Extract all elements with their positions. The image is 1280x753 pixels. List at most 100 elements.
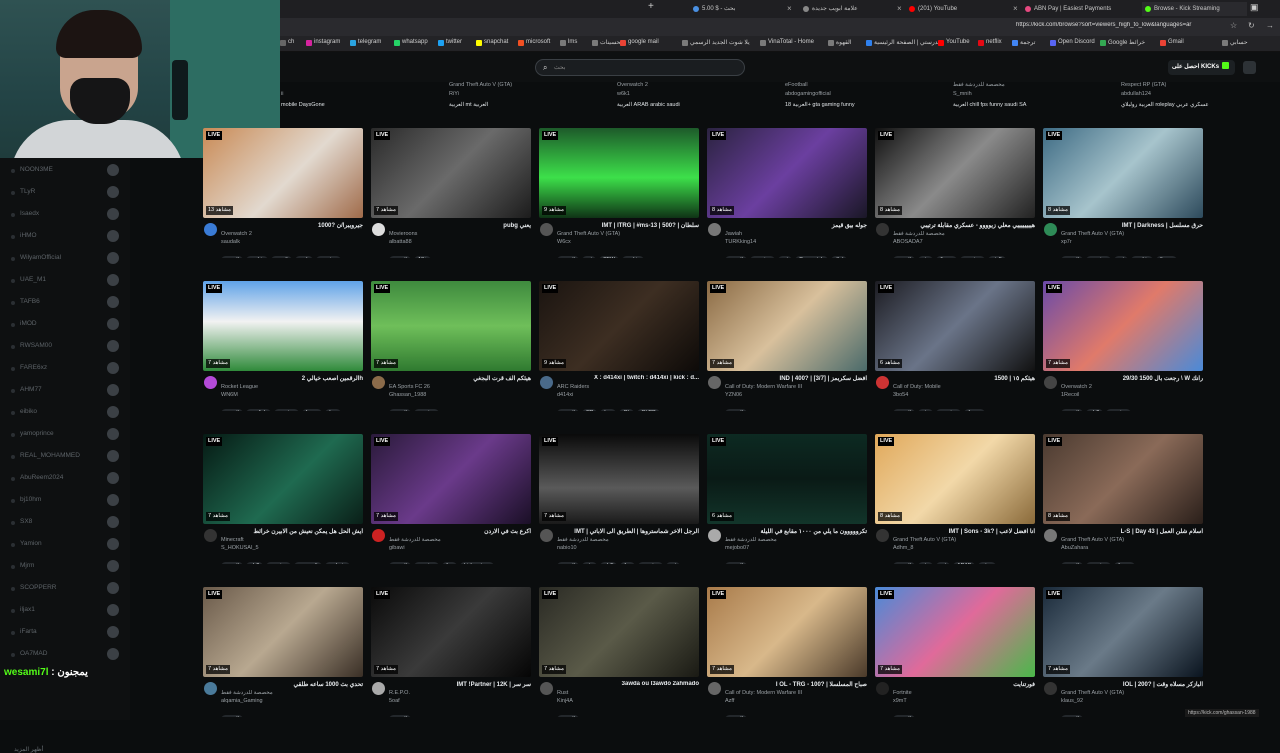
stream-category[interactable]: Call of Duty: Modern Warfare III	[725, 384, 867, 390]
bookmark-item[interactable]: twitter	[438, 39, 462, 46]
stream-title[interactable]: L-S | Day 43 | اسلام شلن العمل	[1061, 528, 1203, 535]
streamer-avatar[interactable]	[204, 376, 217, 389]
stream-thumbnail[interactable]: LIVE 7 مشاهد	[1043, 587, 1203, 677]
tag-chip[interactable]: العربية	[557, 409, 580, 411]
tag-chip[interactable]: mt	[936, 562, 951, 564]
tag-chip[interactable]: العربية	[893, 256, 916, 258]
tag-chip[interactable]: العربية	[221, 562, 244, 564]
stream-card[interactable]: LIVE 7 مشاهد تحدي بث 1000 ساعه طلقي مخصصة ل…	[203, 587, 363, 735]
stream-thumbnail[interactable]: LIVE 7 مشاهد	[203, 587, 363, 677]
streamer-name[interactable]: YZN06	[725, 392, 867, 398]
tag-chip[interactable]: gaming	[959, 256, 985, 258]
bookmark-item[interactable]: Google خرائط	[1100, 39, 1145, 46]
new-tab-icon[interactable]: +	[648, 1, 654, 12]
streamer-avatar[interactable]	[1044, 682, 1057, 695]
kick-extension-icon[interactable]: ▣	[1250, 2, 1259, 13]
sidebar-channel-item[interactable]: SX8	[10, 516, 122, 530]
streamer-avatar[interactable]	[876, 529, 889, 542]
tag-chip[interactable]: ARAB	[953, 562, 976, 564]
tag-chip[interactable]: العربية	[893, 562, 916, 564]
tag-chip[interactable]: arabic	[621, 256, 644, 258]
stream-card[interactable]: LIVE 7 مشاهد هيئكم الف قرت البجغي EA Sports…	[371, 281, 531, 429]
streamer-name[interactable]: x9mT	[893, 698, 1035, 704]
streamer-avatar[interactable]	[708, 682, 721, 695]
streamer-name[interactable]: 5oaf	[389, 698, 531, 704]
stream-thumbnail[interactable]: LIVE 7 مشاهد	[371, 281, 531, 371]
stream-title[interactable]: هيئكم ١٥ | 1500	[893, 375, 1035, 382]
streamer-name[interactable]: Ghassan_1988	[389, 392, 531, 398]
stream-card[interactable]: LIVE 6 مشاهد هيئكم ١٥ | 1500 Call of Duty: …	[875, 281, 1035, 429]
stream-thumbnail[interactable]: LIVE 7 مشاهد	[371, 128, 531, 218]
stream-thumbnail[interactable]: LIVE 7 مشاهد	[875, 587, 1035, 677]
streamer-name[interactable]: TURKking14	[725, 239, 867, 245]
tag-chip[interactable]: العربية	[389, 715, 412, 717]
sidebar-channel-item[interactable]: eibiko	[10, 406, 122, 420]
browser-tab-active[interactable]: Browse - Kick Streaming	[1142, 2, 1247, 16]
sidebar-channel-item[interactable]: WilyamOfficial	[10, 252, 122, 266]
bookmark-item[interactable]: lms	[560, 39, 577, 46]
streamer-name[interactable]: albatta88	[389, 239, 531, 245]
tag-chip[interactable]: gaming	[273, 409, 299, 411]
tag-chip[interactable]: fps	[620, 562, 636, 564]
tag-chip[interactable]: kickpartner	[460, 562, 494, 564]
streamer-name[interactable]: ABOSADA7	[893, 239, 1035, 245]
tag-chip[interactable]: العربية	[1061, 409, 1084, 411]
streamer-name[interactable]: klaus_92	[1061, 698, 1203, 704]
bookmark-item[interactable]: netflix	[978, 39, 1002, 46]
stream-category[interactable]: Grand Theft Auto V (GTA)	[893, 537, 1035, 543]
stream-card[interactable]: LIVE 8 مشاهد L-S | Day 43 | اسلام شلن العم…	[1043, 434, 1203, 582]
stream-category[interactable]: Movieroons	[389, 231, 531, 237]
stream-category[interactable]: Grand Theft Auto V (GTA)	[1061, 537, 1203, 543]
stream-card[interactable]: LIVE 7 مشاهد IOL | 200? | البازكر مسلاه وق…	[1043, 587, 1203, 735]
stream-title[interactable]: pubg يعني	[389, 222, 531, 229]
tag-chip[interactable]: العربية	[725, 562, 748, 564]
stream-category[interactable]: مخصصة للدردشة فقط	[725, 537, 867, 543]
streamer-avatar[interactable]	[372, 223, 385, 236]
stream-category[interactable]: Rust	[557, 690, 699, 696]
browser-tab-2[interactable]: علامة ابويب جديدة	[800, 2, 900, 16]
stream-card[interactable]: LIVE 7 مشاهد IMT | الرجل الاخر شماستروها |…	[539, 434, 699, 582]
tag-chip[interactable]: العربية	[1061, 562, 1084, 564]
tag-chip[interactable]: العربية	[221, 256, 244, 258]
stream-thumbnail[interactable]: LIVE 7 مشاهد	[203, 434, 363, 524]
sidebar-channel-item[interactable]: NOON3ME	[10, 164, 122, 178]
stream-thumbnail[interactable]: LIVE 7 مشاهد	[371, 587, 531, 677]
close-icon[interactable]: ×	[787, 2, 792, 16]
close-icon[interactable]: ×	[897, 2, 902, 16]
stream-category[interactable]: Grand Theft Auto V (GTA)	[557, 231, 699, 237]
tag-chip[interactable]: mt	[666, 562, 681, 564]
bookmark-item[interactable]: google mail	[620, 39, 659, 46]
sidebar-channel-item[interactable]: REAL_MOHAMMED	[10, 450, 122, 464]
tag-chip[interactable]: gaming	[266, 562, 292, 564]
bookmark-item[interactable]: يلا شوت الجديد الرسمي	[682, 39, 750, 46]
stream-category[interactable]: eFootball	[785, 82, 808, 88]
sidebar-channel-item[interactable]: FARE6xz	[10, 362, 122, 376]
stream-title[interactable]: 3awda ou l3awdo 2ahmado	[557, 681, 699, 687]
streamer-avatar[interactable]	[1044, 376, 1057, 389]
tag-chip[interactable]: gaming	[936, 409, 962, 411]
sidebar-channel-item[interactable]: Mjrm	[10, 560, 122, 574]
streamer-name[interactable]: alqamia_Gaming	[221, 698, 363, 704]
tag-chip[interactable]: العربية	[557, 562, 580, 564]
stream-category[interactable]: Call of Duty: Mobile	[893, 384, 1035, 390]
tag-chip[interactable]: OLRD	[637, 409, 660, 411]
streamer-name[interactable]: Adhm_8	[893, 545, 1035, 551]
tag-chip[interactable]: rank	[294, 256, 313, 258]
stream-category[interactable]: Grand Theft Auto V (GTA)	[1061, 690, 1203, 696]
close-icon[interactable]: ×	[1013, 2, 1018, 16]
streamer-name[interactable]: abdogamingofficial	[785, 91, 831, 97]
stream-thumbnail[interactable]: LIVE 8 مشاهد	[1043, 128, 1203, 218]
browser-tab-3[interactable]: (201) YouTube	[906, 2, 1006, 16]
stream-title[interactable]: IND | 400? | [3/7] | افضل سكريمز	[725, 375, 867, 382]
streamer-avatar[interactable]	[708, 529, 721, 542]
streamer-name[interactable]: S_mnih	[953, 91, 972, 97]
sidebar-channel-item[interactable]: Yamion	[10, 538, 122, 552]
stream-title[interactable]: 29/30 رجعت بال 1500 \ W رانك	[1061, 375, 1203, 382]
streamer-avatar[interactable]	[372, 376, 385, 389]
stream-title[interactable]: ايش الحل هل يمكن نعيش من الابيرن خرائط	[221, 528, 363, 535]
tag-chip[interactable]: dbd	[830, 256, 848, 258]
bookmark-item[interactable]: تحسينات	[592, 39, 622, 46]
streamer-name[interactable]: W6cx	[557, 239, 699, 245]
stream-card[interactable]: LIVE 8 مشاهد IMT | Sons - 3k? | انا افضل ل…	[875, 434, 1035, 582]
stream-card[interactable]: LIVE 8 مشاهد هييييييييي معلي زيوووو - عسكر…	[875, 128, 1035, 276]
